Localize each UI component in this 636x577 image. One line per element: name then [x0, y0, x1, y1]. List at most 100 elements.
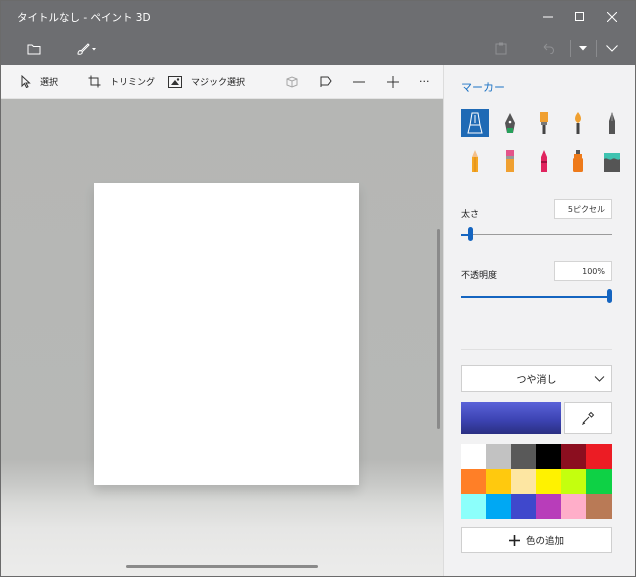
folder-icon [27, 44, 41, 54]
thickness-label: 太さ [461, 210, 480, 220]
brush-tools-button[interactable] [71, 32, 101, 65]
magic-select-label: マジック選択 [191, 78, 246, 88]
flag-button[interactable] [320, 65, 341, 98]
flag-icon [320, 76, 332, 87]
finish-dropdown-value: つや消し [516, 375, 557, 386]
eyedropper-icon [581, 411, 595, 425]
thickness-input[interactable]: 5ピクセル [554, 199, 612, 219]
pencil-icon [472, 150, 478, 172]
title-bar: タイトルなし - ペイント 3D [1, 1, 635, 32]
opacity-slider[interactable] [461, 289, 612, 303]
palette-swatch[interactable] [511, 494, 537, 519]
brush-spray[interactable] [564, 147, 592, 175]
maximize-icon [575, 11, 584, 21]
brush-crayon[interactable] [530, 147, 558, 175]
magic-select-button[interactable]: マジック選択 [168, 65, 245, 98]
brush-watercolor[interactable] [564, 109, 592, 137]
select-tool-label: 選択 [40, 78, 59, 88]
palette-swatch[interactable] [561, 444, 587, 469]
brush-oil[interactable] [530, 109, 558, 137]
opacity-slider-thumb[interactable] [607, 289, 612, 303]
eraser-icon [506, 150, 514, 172]
minimize-button[interactable] [531, 1, 565, 32]
drawing-canvas[interactable] [94, 183, 359, 485]
plus-icon [508, 534, 520, 546]
collapse-panel-button[interactable] [600, 32, 624, 65]
palette-swatch[interactable] [486, 469, 512, 494]
caret-down-icon [579, 46, 587, 51]
brush-fill[interactable] [598, 147, 626, 175]
chevron-down-icon [594, 376, 605, 382]
spray-can-icon [573, 150, 583, 172]
brush-calligraphy[interactable] [496, 109, 524, 137]
select-tool-button[interactable]: 選択 [21, 65, 58, 98]
crayon-icon [541, 150, 547, 172]
palette-swatch[interactable] [461, 444, 487, 469]
tool-panel: マーカー 太さ 5ピクセル 不透明度 100% つや消し 色の追加 [443, 65, 635, 576]
chevron-down-icon [606, 45, 618, 52]
color-palette [461, 444, 612, 519]
crop-icon [88, 75, 101, 88]
palette-swatch[interactable] [561, 469, 587, 494]
minimize-icon [543, 16, 553, 17]
more-options-button[interactable]: ··· [419, 65, 430, 98]
panel-title: マーカー [461, 81, 505, 94]
palette-swatch[interactable] [536, 444, 562, 469]
palette-swatch[interactable] [536, 494, 562, 519]
workspace[interactable] [1, 99, 443, 576]
pixel-pen-icon [609, 112, 615, 134]
eyedropper-button[interactable] [564, 402, 612, 434]
close-button[interactable] [595, 1, 629, 32]
toolbar-divider [596, 40, 597, 57]
thickness-slider-thumb[interactable] [468, 227, 473, 241]
palette-swatch[interactable] [461, 469, 487, 494]
horizontal-scrollbar[interactable] [126, 565, 318, 568]
palette-swatch[interactable] [586, 444, 612, 469]
palette-swatch[interactable] [461, 494, 487, 519]
finish-dropdown[interactable]: つや消し [461, 365, 612, 392]
undo-button[interactable] [536, 32, 560, 65]
marker-icon [467, 112, 483, 134]
main-toolbar [1, 32, 635, 65]
history-dropdown-button[interactable] [574, 32, 592, 65]
palette-swatch[interactable] [486, 494, 512, 519]
zoom-in-button[interactable] [387, 65, 408, 98]
vertical-scrollbar[interactable] [437, 229, 440, 429]
palette-swatch[interactable] [536, 469, 562, 494]
more-label: ··· [419, 75, 430, 88]
palette-swatch[interactable] [511, 469, 537, 494]
opacity-slider-fill [461, 295, 609, 298]
maximize-button[interactable] [563, 1, 597, 32]
brush-eraser[interactable] [496, 147, 524, 175]
crop-tool-button[interactable]: トリミング [88, 65, 155, 98]
brush-pixel[interactable] [598, 109, 626, 137]
fill-bucket-icon [604, 153, 620, 172]
oil-brush-icon [540, 112, 548, 134]
thickness-slider[interactable] [461, 227, 612, 241]
calligraphy-pen-icon [505, 113, 515, 133]
palette-swatch[interactable] [486, 444, 512, 469]
zoom-out-button[interactable] [353, 65, 374, 98]
palette-swatch[interactable] [511, 444, 537, 469]
magic-select-icon [168, 75, 182, 88]
opacity-input[interactable]: 100% [554, 261, 612, 281]
plus-icon [387, 75, 399, 88]
brush-pencil[interactable] [461, 147, 489, 175]
minus-icon [353, 81, 365, 82]
add-color-button[interactable]: 色の追加 [461, 527, 612, 553]
brush-icon [77, 42, 96, 55]
opacity-label: 不透明度 [461, 271, 498, 281]
add-color-label: 色の追加 [525, 536, 564, 547]
menu-button[interactable] [21, 32, 47, 65]
paint3d-window: タイトルなし - ペイント 3D 選択 トリミング マジック選択 ··· マーカ… [0, 0, 636, 577]
paste-button[interactable] [489, 32, 513, 65]
palette-swatch[interactable] [561, 494, 587, 519]
close-icon [607, 11, 617, 22]
toolbar-divider [570, 40, 571, 57]
3d-view-button[interactable] [286, 65, 307, 98]
selection-toolbar: 選択 トリミング マジック選択 ··· [1, 65, 443, 99]
brush-marker[interactable] [461, 109, 489, 137]
palette-swatch[interactable] [586, 469, 612, 494]
palette-swatch[interactable] [586, 494, 612, 519]
current-color-swatch[interactable] [461, 402, 561, 434]
